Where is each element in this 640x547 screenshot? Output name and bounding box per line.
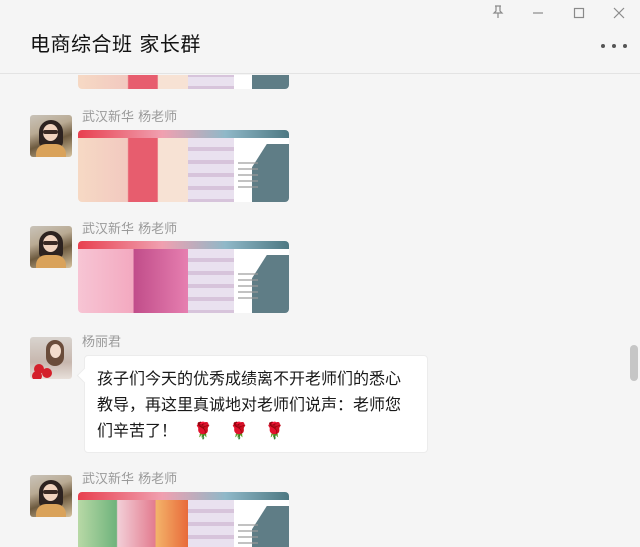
image-message[interactable] <box>78 241 289 313</box>
rose-emoji-icon: 🌹 <box>264 421 285 440</box>
image-message[interactable] <box>78 75 289 89</box>
close-icon[interactable] <box>609 5 629 25</box>
scrollbar-thumb[interactable] <box>630 345 638 381</box>
rose-emoji-icon: 🌹 <box>228 421 249 440</box>
avatar[interactable] <box>30 337 72 379</box>
message-text: 孩子们今天的优秀成绩离不开老师们的悉心教导，再这里真诚地对老师们说声：老师您们辛… <box>97 369 402 440</box>
minimize-icon[interactable] <box>528 5 548 25</box>
chat-area[interactable]: 武汉新华 杨老师 武汉新华 杨老师 杨丽君 孩子们今天的优秀成绩离不开老师们的悉… <box>0 75 640 547</box>
sender-name: 杨丽君 <box>82 335 122 350</box>
image-message[interactable] <box>78 492 289 547</box>
rose-emoji-icon: 🌹 <box>193 421 213 440</box>
more-options-icon[interactable] <box>601 40 627 52</box>
avatar[interactable] <box>30 226 72 268</box>
avatar[interactable] <box>30 475 72 517</box>
text-message-bubble[interactable]: 孩子们今天的优秀成绩离不开老师们的悉心教导，再这里真诚地对老师们说声：老师您们辛… <box>84 355 428 453</box>
avatar[interactable] <box>30 115 72 157</box>
maximize-icon[interactable] <box>569 5 589 25</box>
chat-title: 电商综合班 家长群 <box>30 32 201 56</box>
chat-header: 电商综合班 家长群 <box>0 0 640 74</box>
sender-name: 武汉新华 杨老师 <box>82 110 178 125</box>
sender-name: 武汉新华 杨老师 <box>82 472 178 487</box>
pin-icon[interactable] <box>488 5 508 25</box>
sender-name: 武汉新华 杨老师 <box>82 222 178 237</box>
image-message[interactable] <box>78 130 289 202</box>
